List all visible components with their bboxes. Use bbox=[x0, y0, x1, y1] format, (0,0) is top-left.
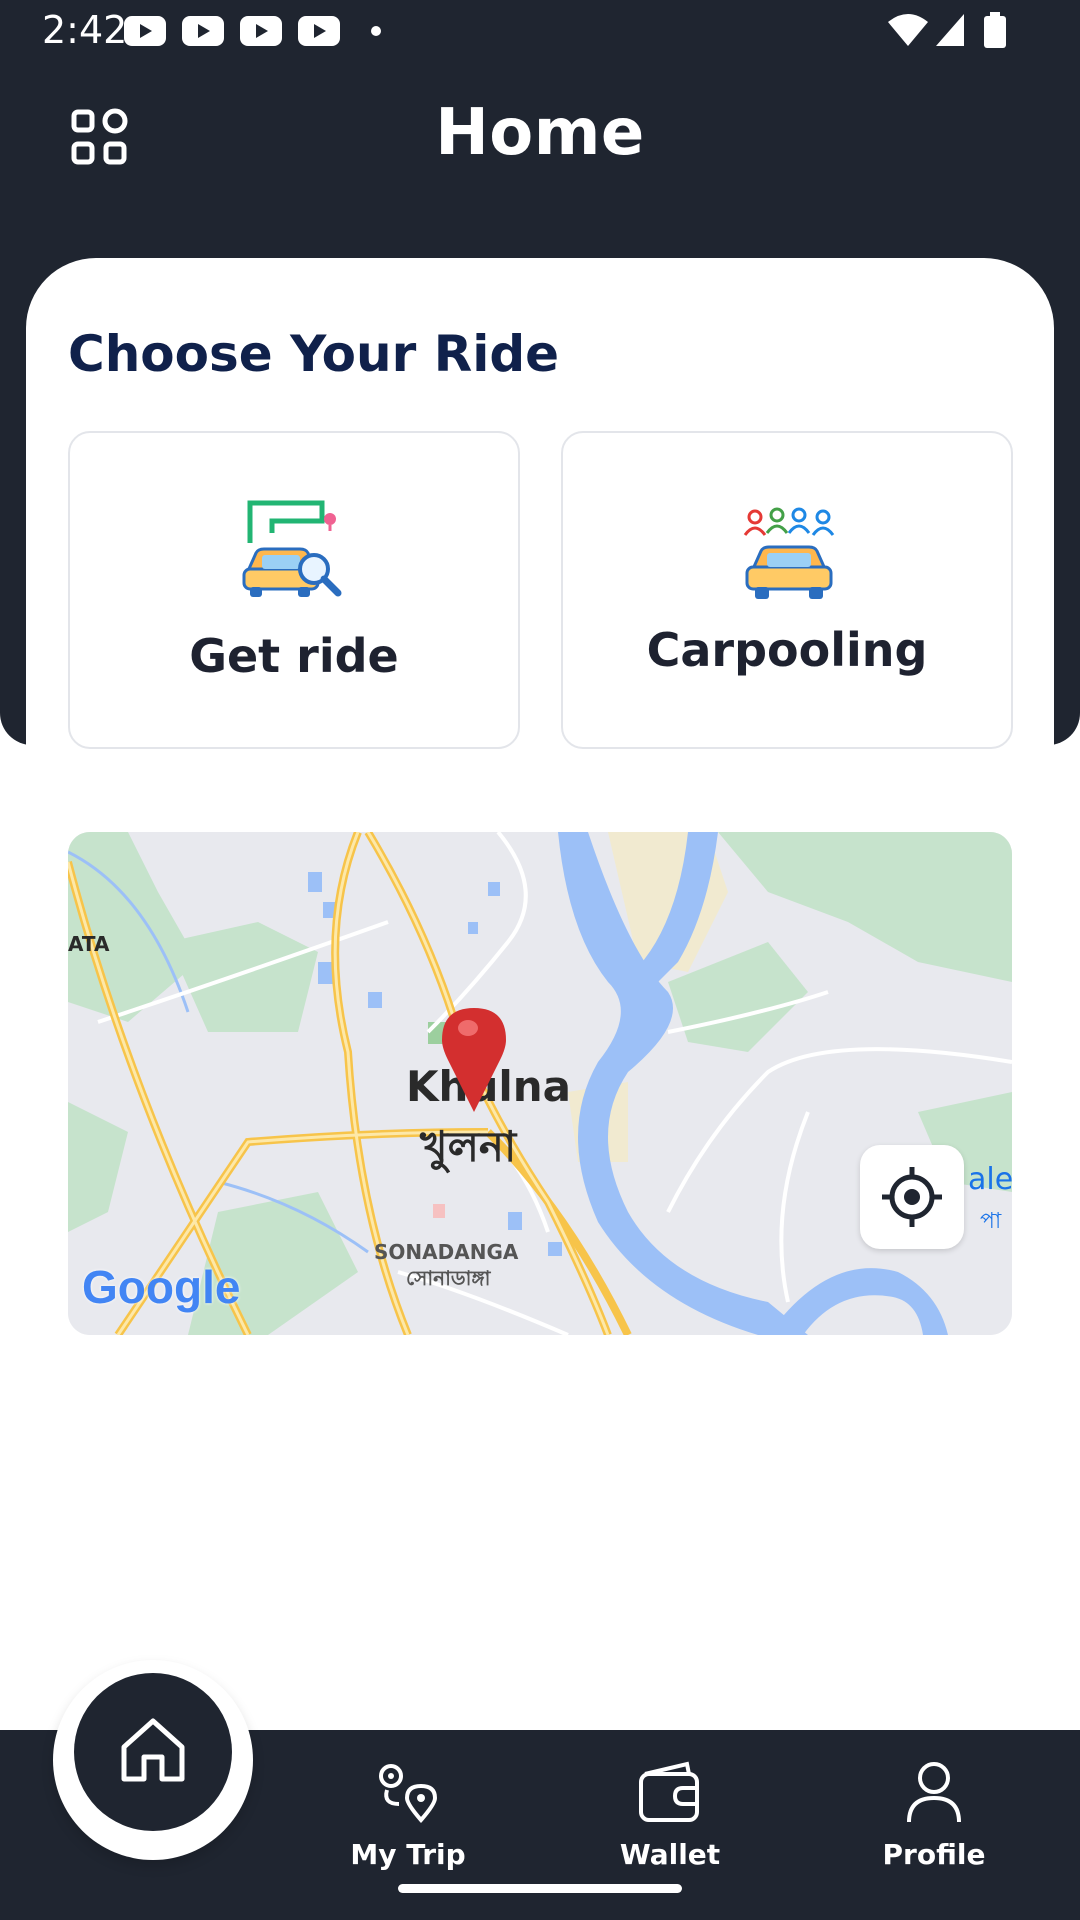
youtube-notification-icon bbox=[298, 16, 340, 46]
nav-label-profile: Profile bbox=[882, 1838, 986, 1871]
home-nav-button[interactable] bbox=[74, 1673, 232, 1831]
home-icon bbox=[121, 1718, 185, 1782]
nav-label-wallet: Wallet bbox=[619, 1838, 721, 1871]
carpooling-option[interactable]: Carpooling bbox=[561, 431, 1013, 749]
status-time: 2:42 bbox=[42, 8, 128, 52]
map-area-label: SONADANGA bbox=[374, 1240, 519, 1264]
map-edge-label-left: ATA bbox=[68, 932, 110, 956]
nav-item-my-trip[interactable]: My Trip bbox=[308, 1760, 508, 1871]
cellular-signal-icon bbox=[936, 14, 964, 46]
wallet-icon bbox=[639, 1761, 699, 1822]
car-route-search-icon bbox=[242, 500, 342, 597]
map-edge-label-right: ale bbox=[968, 1162, 1012, 1197]
page-title: Home bbox=[435, 96, 645, 170]
youtube-notification-icon bbox=[240, 16, 282, 46]
car-passengers-icon bbox=[743, 507, 835, 599]
carpooling-label: Carpooling bbox=[646, 623, 928, 677]
get-ride-label: Get ride bbox=[189, 629, 399, 683]
youtube-notification-icon bbox=[182, 16, 224, 46]
nav-item-profile[interactable]: Profile bbox=[834, 1760, 1034, 1871]
more-notifications-dot-icon bbox=[371, 26, 381, 36]
battery-icon bbox=[984, 12, 1006, 48]
person-icon bbox=[907, 1762, 961, 1823]
get-ride-option[interactable]: Get ride bbox=[68, 431, 520, 749]
my-location-button[interactable] bbox=[860, 1145, 964, 1249]
status-bar: 2:42 bbox=[0, 0, 1080, 62]
map-area-label-bengali: সোনাডাঙ্গা bbox=[406, 1266, 491, 1290]
google-logo: Google bbox=[82, 1261, 241, 1313]
nav-label-my-trip: My Trip bbox=[350, 1838, 466, 1871]
nav-item-wallet[interactable]: Wallet bbox=[570, 1760, 770, 1871]
map-city-label-bengali: খুলনা bbox=[420, 1122, 517, 1171]
youtube-notification-icon bbox=[124, 16, 166, 46]
wifi-icon bbox=[888, 14, 928, 46]
route-icon bbox=[379, 1764, 438, 1824]
location-pin-icon bbox=[442, 1008, 506, 1112]
section-title: Choose Your Ride bbox=[68, 325, 560, 383]
map-edge-label-right-bengali: পা bbox=[980, 1209, 1002, 1234]
crosshair-location-icon bbox=[882, 1167, 942, 1227]
system-home-indicator[interactable] bbox=[398, 1884, 682, 1893]
map-view[interactable]: ATA Khulna খুলনা SONADANGA সোনাডাঙ্গা al… bbox=[68, 832, 1012, 1335]
